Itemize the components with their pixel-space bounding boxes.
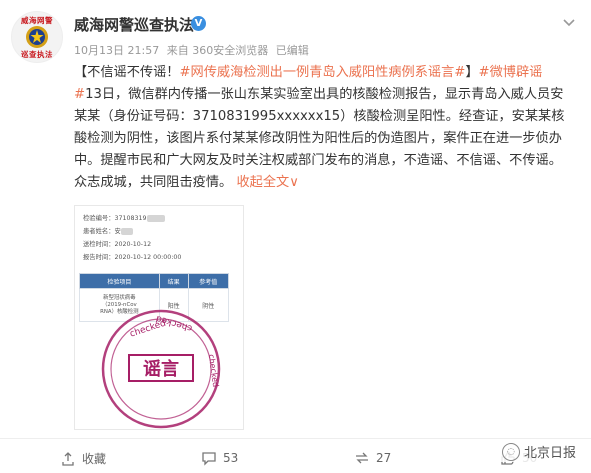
watermark: ◌ 北京日报 (498, 441, 579, 462)
avatar-bottom-text: 巡查执法 (21, 50, 53, 59)
doc-line-name: 患者姓名：安 (83, 226, 133, 235)
doc-line-report: 报告时间：2020-10-12 00:00:00 (83, 254, 182, 261)
footer-divider (0, 438, 591, 439)
verified-v-icon: V (191, 16, 206, 31)
share-button[interactable]: 收藏 (60, 450, 106, 467)
bracket-close: 】 (465, 65, 479, 80)
share-icon (62, 451, 74, 466)
rumor-stamp: checked checked checked 谣言 (101, 309, 221, 429)
doc-line-sent: 送检时间：2020-10-12 (83, 241, 152, 248)
repost-count: 27 (376, 451, 392, 465)
comment-icon (202, 452, 216, 466)
police-badge-icon (26, 26, 48, 48)
collapse-button[interactable]: 收起全文∨ (236, 175, 298, 190)
hashtag-rumor[interactable]: #网传威海检测出一例青岛入威阳性病例系谣言# (180, 65, 466, 80)
doc-line-id: 检验编号：37108319 (83, 213, 165, 222)
stamp-text: 谣言 (143, 358, 179, 380)
post-body: 13日，微信群内传播一张山东某实验室出具的核酸检测报告，显示青岛入威人员安某某（… (74, 87, 565, 190)
post-edited[interactable]: 已编辑 (276, 44, 309, 57)
repost-button[interactable]: 27 (354, 450, 391, 466)
share-label: 收藏 (82, 452, 107, 466)
doc-header-result: 结果 (158, 273, 189, 289)
account-avatar[interactable]: 威海网警 巡查执法 (11, 11, 63, 63)
chevron-down-icon[interactable] (561, 14, 577, 30)
post-source: 来自 360安全浏览器 (166, 44, 269, 57)
comment-count: 53 (223, 451, 239, 465)
wechat-icon: ◌ (501, 442, 520, 461)
post-time[interactable]: 10月13日 21:57 (74, 44, 159, 57)
comment-button[interactable]: 53 (201, 450, 238, 466)
repost-icon (356, 452, 368, 464)
post-text: 【不信谣不传谣！#网传威海检测出一例青岛入威阳性病例系谣言#】#微博辟谣 #13日… (74, 62, 574, 194)
text-start: 【不信谣不传谣！ (74, 65, 180, 80)
doc-header-item: 检验项目 (79, 273, 160, 289)
post-meta: 10月13日 21:57 来自 360安全浏览器 已编辑 (74, 42, 313, 58)
doc-header-reference: 参考值 (187, 273, 230, 289)
account-name[interactable]: 威海网警巡查执法 (74, 14, 194, 35)
watermark-text: 北京日报 (523, 446, 576, 461)
post-image-report[interactable]: 检验编号：37108319 患者姓名：安 送检时间：2020-10-12 报告时… (74, 205, 244, 430)
